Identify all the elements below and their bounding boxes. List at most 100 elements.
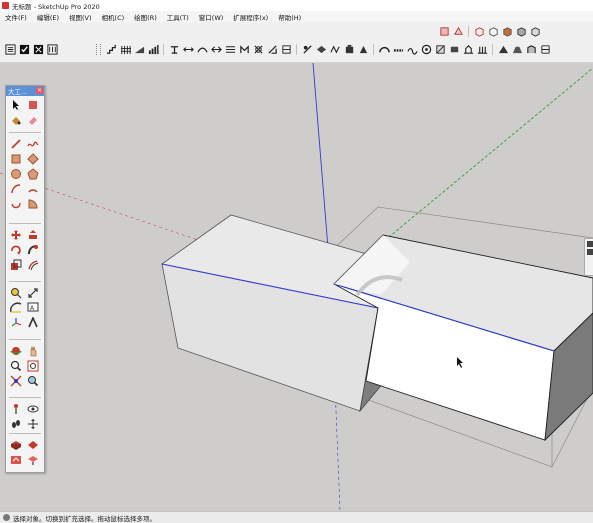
stairs-icon[interactable] — [105, 43, 117, 55]
share-model-icon[interactable] — [8, 452, 23, 467]
layers-icon[interactable] — [32, 43, 44, 55]
tool-j-icon[interactable] — [301, 43, 313, 55]
menu-camera[interactable]: 相机(C) — [97, 12, 130, 22]
shaded-style-icon[interactable] — [501, 25, 513, 37]
tool-a-icon[interactable] — [168, 43, 180, 55]
back-edges-style-icon[interactable] — [452, 25, 464, 37]
checkbox-icon[interactable] — [18, 43, 30, 55]
rotate-tool-icon[interactable] — [8, 242, 23, 257]
make-component-icon[interactable] — [25, 97, 40, 112]
tool-v-icon[interactable] — [476, 43, 488, 55]
position-camera-icon[interactable] — [8, 401, 23, 416]
tool-s-icon[interactable] — [434, 43, 446, 55]
menu-help[interactable]: 帮助(H) — [273, 12, 306, 22]
text-tool-icon[interactable]: A — [25, 300, 40, 315]
3d-warehouse-icon[interactable] — [8, 437, 23, 452]
follow-me-icon[interactable] — [25, 242, 40, 257]
three-point-arc-icon[interactable] — [8, 196, 23, 211]
tool-y-icon[interactable] — [525, 43, 537, 55]
pan-tool-icon[interactable] — [25, 343, 40, 358]
get-models-icon[interactable] — [25, 452, 40, 467]
scale-tool-icon[interactable] — [8, 257, 23, 272]
bars-icon[interactable] — [147, 43, 159, 55]
walk-tool-icon[interactable] — [8, 416, 23, 431]
tool-h-icon[interactable] — [266, 43, 278, 55]
zoom-window-icon[interactable] — [25, 358, 40, 373]
monochrome-style-icon[interactable] — [529, 25, 541, 37]
model-info-icon[interactable] — [4, 43, 16, 55]
look-around-icon[interactable] — [25, 401, 40, 416]
tool-u-icon[interactable] — [462, 43, 474, 55]
tool-i-icon[interactable] — [280, 43, 292, 55]
tool-x-icon[interactable] — [511, 43, 523, 55]
tool-w-icon[interactable] — [497, 43, 509, 55]
sketchup-logo-icon — [2, 2, 9, 9]
rectangle-tool-icon[interactable] — [8, 151, 23, 166]
menu-edit[interactable]: 编辑(E) — [32, 12, 64, 22]
dimension-tool-icon[interactable] — [25, 285, 40, 300]
3d-text-icon[interactable] — [25, 315, 40, 330]
toolbar-grip[interactable] — [96, 43, 101, 55]
tool-e-icon[interactable] — [224, 43, 236, 55]
tool-q-icon[interactable] — [406, 43, 418, 55]
move-tool-icon[interactable] — [8, 227, 23, 242]
tool-d-icon[interactable] — [210, 43, 222, 55]
fence-icon[interactable] — [119, 43, 131, 55]
eraser-icon[interactable] — [25, 112, 40, 127]
menu-window[interactable]: 窗口(W) — [194, 12, 229, 22]
orbit-tool-icon[interactable] — [8, 343, 23, 358]
circle-tool-icon[interactable] — [8, 166, 23, 181]
menu-extensions[interactable]: 扩展程序(x) — [228, 12, 273, 22]
palette-close-button[interactable]: × — [36, 87, 43, 94]
outliner-icon[interactable] — [46, 43, 58, 55]
model-scene[interactable] — [0, 63, 593, 511]
palette-group-select — [8, 97, 42, 127]
tool-k-icon[interactable] — [315, 43, 327, 55]
zoom-extents-icon[interactable] — [8, 373, 23, 388]
tool-t-icon[interactable] — [448, 43, 460, 55]
protractor-icon[interactable] — [8, 300, 23, 315]
tool-l-icon[interactable] — [329, 43, 341, 55]
previous-view-icon[interactable] — [25, 373, 40, 388]
shaded-textures-style-icon[interactable] — [515, 25, 527, 37]
palette-group-warehouse — [8, 437, 42, 467]
tool-b-icon[interactable] — [182, 43, 194, 55]
tool-n-icon[interactable] — [357, 43, 369, 55]
tool-c-icon[interactable] — [196, 43, 208, 55]
tool-p-icon[interactable] — [392, 43, 404, 55]
tool-r-icon[interactable] — [420, 43, 432, 55]
zoom-tool-icon[interactable] — [8, 358, 23, 373]
arc-tool-icon[interactable] — [8, 181, 23, 196]
wireframe-style-icon[interactable] — [473, 25, 485, 37]
pie-tool-icon[interactable] — [25, 196, 40, 211]
tool-m-icon[interactable] — [343, 43, 355, 55]
right-dock-panel[interactable] — [584, 238, 593, 276]
palette-title-bar[interactable]: 大工... × — [6, 86, 44, 96]
axes-tool-icon[interactable] — [8, 315, 23, 330]
line-tool-icon[interactable] — [8, 136, 23, 151]
xray-style-icon[interactable] — [438, 25, 450, 37]
drawing-viewport[interactable] — [0, 63, 593, 511]
menu-bar: 文件(F) 编辑(E) 视图(V) 相机(C) 绘图(R) 工具(T) 窗口(W… — [0, 11, 593, 22]
offset-tool-icon[interactable] — [25, 257, 40, 272]
hidden-line-style-icon[interactable] — [487, 25, 499, 37]
tape-measure-icon[interactable] — [8, 285, 23, 300]
ramp-icon[interactable] — [133, 43, 145, 55]
select-tool-icon[interactable] — [8, 97, 23, 112]
extension-warehouse-icon[interactable] — [25, 437, 40, 452]
menu-file[interactable]: 文件(F) — [0, 12, 32, 22]
two-point-arc-icon[interactable] — [25, 181, 40, 196]
rotated-rectangle-icon[interactable] — [25, 151, 40, 166]
paint-bucket-icon[interactable] — [8, 112, 23, 127]
menu-view[interactable]: 视图(V) — [64, 12, 97, 22]
menu-draw[interactable]: 绘图(R) — [129, 12, 162, 22]
menu-tools[interactable]: 工具(T) — [162, 12, 194, 22]
tool-g-icon[interactable] — [252, 43, 264, 55]
tool-f-icon[interactable] — [238, 43, 250, 55]
tool-z-icon[interactable] — [539, 43, 551, 55]
section-plane-icon[interactable] — [25, 416, 40, 431]
push-pull-icon[interactable] — [25, 227, 40, 242]
tool-o-icon[interactable] — [378, 43, 390, 55]
polygon-tool-icon[interactable] — [25, 166, 40, 181]
freehand-tool-icon[interactable] — [25, 136, 40, 151]
